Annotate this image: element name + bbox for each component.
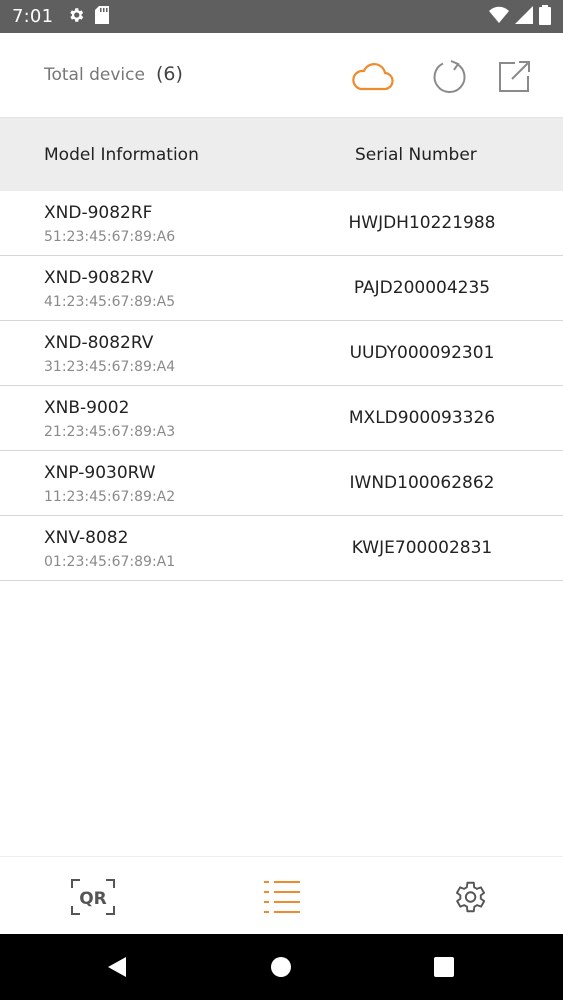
- device-model: XNB-9002: [44, 398, 130, 418]
- device-mac: 51:23:45:67:89:A6: [44, 229, 176, 245]
- column-model-information: Model Information: [44, 145, 199, 165]
- app-header: Total device (6): [0, 33, 563, 118]
- device-serial: KWJE700002831: [351, 538, 493, 558]
- device-row[interactable]: XND-8082RV 31:23:45:67:89:A4 UUDY0000923…: [0, 321, 563, 386]
- device-serial: PAJD200004235: [353, 278, 491, 298]
- device-mac: 11:23:45:67:89:A2: [44, 489, 176, 505]
- device-model: XND-8082RV: [44, 333, 154, 353]
- device-mac: 31:23:45:67:89:A4: [44, 359, 176, 375]
- settings-icon[interactable]: [444, 877, 494, 917]
- home-icon[interactable]: [268, 954, 294, 980]
- qr-label: QR: [79, 889, 107, 909]
- column-serial-number: Serial Number: [355, 145, 477, 165]
- device-row[interactable]: XND-9082RV 41:23:45:67:89:A5 PAJD2000042…: [0, 256, 563, 321]
- bottom-navigation: QR: [0, 856, 563, 934]
- wifi-icon: [489, 6, 509, 28]
- qr-scan-icon[interactable]: QR: [68, 877, 118, 917]
- battery-icon: [539, 4, 551, 29]
- device-model: XND-9082RV: [44, 268, 154, 288]
- device-row[interactable]: XNP-9030RW 11:23:45:67:89:A2 IWND1000628…: [0, 451, 563, 516]
- system-navigation-bar: [0, 934, 563, 1000]
- device-row[interactable]: XNV-8082 01:23:45:67:89:A1 KWJE700002831: [0, 516, 563, 581]
- cloud-icon[interactable]: [350, 55, 394, 99]
- device-row[interactable]: XND-9082RF 51:23:45:67:89:A6 HWJDH102219…: [0, 191, 563, 256]
- device-serial: IWND100062862: [349, 473, 495, 493]
- status-bar: 7:01: [0, 0, 563, 33]
- signal-icon: [515, 5, 533, 28]
- table-header: Model Information Serial Number: [0, 118, 563, 191]
- refresh-icon[interactable]: [426, 55, 470, 99]
- recents-icon[interactable]: [431, 954, 457, 980]
- sd-card-icon: [95, 5, 110, 28]
- export-icon[interactable]: [492, 55, 536, 99]
- back-icon[interactable]: [104, 954, 130, 980]
- device-serial: MXLD900093326: [348, 408, 496, 428]
- device-model: XNP-9030RW: [44, 463, 156, 483]
- device-serial: HWJDH10221988: [348, 213, 496, 233]
- settings-status-icon: [67, 6, 85, 28]
- device-mac: 01:23:45:67:89:A1: [44, 554, 176, 570]
- device-list: XND-9082RF 51:23:45:67:89:A6 HWJDH102219…: [0, 191, 563, 581]
- status-time: 7:01: [12, 6, 54, 27]
- device-mac: 21:23:45:67:89:A3: [44, 424, 176, 440]
- total-device-count: (6): [156, 63, 183, 85]
- total-device-label: Total device: [44, 65, 145, 85]
- device-serial: UUDY000092301: [349, 343, 495, 363]
- device-row[interactable]: XNB-9002 21:23:45:67:89:A3 MXLD900093326: [0, 386, 563, 451]
- device-mac: 41:23:45:67:89:A5: [44, 294, 176, 310]
- device-model: XND-9082RF: [44, 203, 153, 223]
- device-model: XNV-8082: [44, 528, 129, 548]
- list-icon[interactable]: [257, 877, 307, 917]
